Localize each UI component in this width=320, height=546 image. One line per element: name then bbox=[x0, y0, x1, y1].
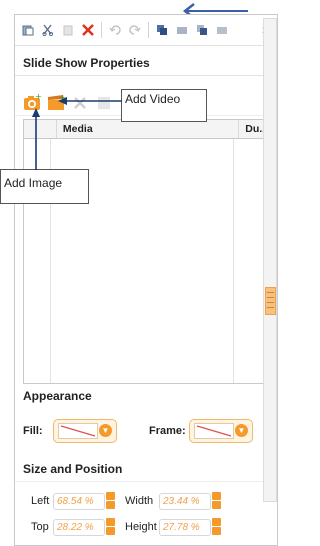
redo-icon[interactable] bbox=[128, 23, 142, 37]
column-divider bbox=[233, 139, 234, 383]
add-image-callout: Add Image bbox=[0, 169, 89, 204]
top-label: Top bbox=[31, 521, 49, 533]
frame-picker[interactable]: ▼ bbox=[189, 419, 253, 443]
scrollbar-thumb[interactable] bbox=[265, 287, 276, 315]
bring-to-front-icon[interactable] bbox=[155, 23, 169, 37]
fill-picker[interactable]: ▼ bbox=[53, 419, 117, 443]
left-stepper[interactable] bbox=[106, 492, 115, 509]
height-input[interactable]: 27.78 % bbox=[159, 519, 211, 536]
appearance-heading: Appearance bbox=[23, 389, 92, 403]
fill-swatch bbox=[58, 423, 98, 439]
toolbar: » bbox=[15, 15, 277, 46]
delete-icon[interactable] bbox=[81, 23, 95, 37]
toolbar-separator bbox=[148, 22, 149, 38]
add-video-callout-arrow bbox=[58, 97, 122, 105]
fill-label: Fill: bbox=[23, 425, 43, 437]
send-to-back-icon[interactable] bbox=[215, 23, 229, 37]
size-position-heading: Size and Position bbox=[23, 462, 123, 476]
divider bbox=[15, 481, 277, 482]
left-input[interactable]: 68.54 % bbox=[53, 493, 105, 510]
bring-forward-icon[interactable] bbox=[175, 23, 189, 37]
height-stepper[interactable] bbox=[212, 518, 221, 535]
top-input[interactable]: 28.22 % bbox=[53, 519, 105, 536]
frame-dropdown-icon[interactable]: ▼ bbox=[235, 424, 248, 437]
width-input[interactable]: 23.44 % bbox=[159, 493, 211, 510]
svg-text:+: + bbox=[35, 94, 41, 101]
media-table: Media Du... bbox=[23, 119, 269, 384]
media-column-header[interactable]: Media bbox=[57, 120, 240, 138]
frame-swatch bbox=[194, 423, 234, 439]
paste-icon[interactable] bbox=[21, 23, 35, 37]
media-table-header: Media Du... bbox=[24, 120, 268, 139]
width-stepper[interactable] bbox=[212, 492, 221, 509]
cut-icon[interactable] bbox=[41, 23, 55, 37]
top-stepper[interactable] bbox=[106, 518, 115, 535]
add-image-callout-arrow bbox=[32, 108, 40, 170]
copy-icon[interactable] bbox=[61, 23, 75, 37]
width-label: Width bbox=[125, 495, 154, 507]
panel-scrollbar[interactable] bbox=[263, 18, 277, 502]
panel-title: Slide Show Properties bbox=[23, 56, 150, 70]
fill-dropdown-icon[interactable]: ▼ bbox=[99, 424, 112, 437]
frame-label: Frame: bbox=[149, 425, 186, 437]
toolbar-separator bbox=[101, 22, 102, 38]
divider bbox=[15, 75, 277, 76]
add-video-callout: Add Video bbox=[121, 89, 207, 122]
height-label: Height bbox=[125, 521, 157, 533]
send-backward-icon[interactable] bbox=[195, 23, 209, 37]
left-label: Left bbox=[31, 495, 50, 507]
undo-icon[interactable] bbox=[108, 23, 122, 37]
